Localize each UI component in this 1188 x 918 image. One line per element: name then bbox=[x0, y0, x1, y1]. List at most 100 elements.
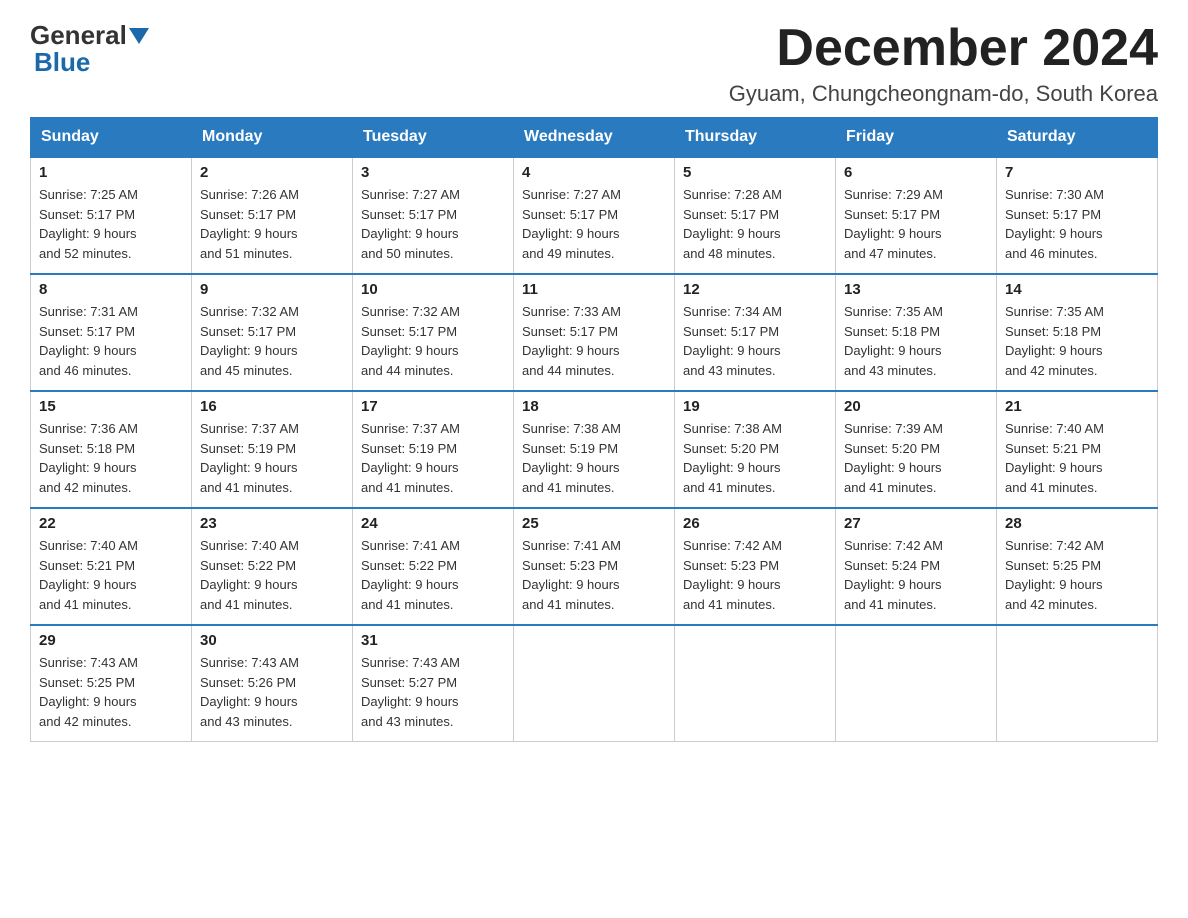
calendar-cell bbox=[836, 625, 997, 742]
day-number: 3 bbox=[361, 164, 505, 181]
day-info: Sunrise: 7:38 AM Sunset: 5:19 PM Dayligh… bbox=[522, 419, 666, 497]
day-info: Sunrise: 7:40 AM Sunset: 5:22 PM Dayligh… bbox=[200, 536, 344, 614]
day-info: Sunrise: 7:35 AM Sunset: 5:18 PM Dayligh… bbox=[844, 302, 988, 380]
weekday-header-wednesday: Wednesday bbox=[514, 118, 675, 158]
day-number: 25 bbox=[522, 515, 666, 532]
calendar-cell: 10 Sunrise: 7:32 AM Sunset: 5:17 PM Dayl… bbox=[353, 274, 514, 391]
day-info: Sunrise: 7:38 AM Sunset: 5:20 PM Dayligh… bbox=[683, 419, 827, 497]
day-number: 13 bbox=[844, 281, 988, 298]
calendar-cell: 25 Sunrise: 7:41 AM Sunset: 5:23 PM Dayl… bbox=[514, 508, 675, 625]
day-number: 1 bbox=[39, 164, 183, 181]
day-number: 14 bbox=[1005, 281, 1149, 298]
day-info: Sunrise: 7:40 AM Sunset: 5:21 PM Dayligh… bbox=[1005, 419, 1149, 497]
day-info: Sunrise: 7:29 AM Sunset: 5:17 PM Dayligh… bbox=[844, 185, 988, 263]
day-info: Sunrise: 7:32 AM Sunset: 5:17 PM Dayligh… bbox=[200, 302, 344, 380]
calendar-cell: 24 Sunrise: 7:41 AM Sunset: 5:22 PM Dayl… bbox=[353, 508, 514, 625]
calendar-cell: 27 Sunrise: 7:42 AM Sunset: 5:24 PM Dayl… bbox=[836, 508, 997, 625]
day-number: 20 bbox=[844, 398, 988, 415]
day-number: 15 bbox=[39, 398, 183, 415]
calendar-cell bbox=[675, 625, 836, 742]
calendar-cell: 14 Sunrise: 7:35 AM Sunset: 5:18 PM Dayl… bbox=[997, 274, 1158, 391]
day-info: Sunrise: 7:43 AM Sunset: 5:27 PM Dayligh… bbox=[361, 653, 505, 731]
day-number: 18 bbox=[522, 398, 666, 415]
day-info: Sunrise: 7:28 AM Sunset: 5:17 PM Dayligh… bbox=[683, 185, 827, 263]
day-info: Sunrise: 7:41 AM Sunset: 5:22 PM Dayligh… bbox=[361, 536, 505, 614]
calendar-cell: 22 Sunrise: 7:40 AM Sunset: 5:21 PM Dayl… bbox=[31, 508, 192, 625]
day-number: 30 bbox=[200, 632, 344, 649]
calendar-cell: 7 Sunrise: 7:30 AM Sunset: 5:17 PM Dayli… bbox=[997, 157, 1158, 274]
calendar-cell: 28 Sunrise: 7:42 AM Sunset: 5:25 PM Dayl… bbox=[997, 508, 1158, 625]
calendar-cell: 18 Sunrise: 7:38 AM Sunset: 5:19 PM Dayl… bbox=[514, 391, 675, 508]
day-info: Sunrise: 7:37 AM Sunset: 5:19 PM Dayligh… bbox=[200, 419, 344, 497]
day-info: Sunrise: 7:30 AM Sunset: 5:17 PM Dayligh… bbox=[1005, 185, 1149, 263]
day-info: Sunrise: 7:43 AM Sunset: 5:26 PM Dayligh… bbox=[200, 653, 344, 731]
weekday-header-thursday: Thursday bbox=[675, 118, 836, 158]
calendar-cell: 19 Sunrise: 7:38 AM Sunset: 5:20 PM Dayl… bbox=[675, 391, 836, 508]
title-area: December 2024 Gyuam, Chungcheongnam-do, … bbox=[729, 20, 1158, 107]
day-number: 11 bbox=[522, 281, 666, 298]
day-number: 17 bbox=[361, 398, 505, 415]
weekday-header-tuesday: Tuesday bbox=[353, 118, 514, 158]
month-title: December 2024 bbox=[729, 20, 1158, 77]
day-number: 28 bbox=[1005, 515, 1149, 532]
calendar-cell: 3 Sunrise: 7:27 AM Sunset: 5:17 PM Dayli… bbox=[353, 157, 514, 274]
day-number: 9 bbox=[200, 281, 344, 298]
day-number: 29 bbox=[39, 632, 183, 649]
calendar-cell: 2 Sunrise: 7:26 AM Sunset: 5:17 PM Dayli… bbox=[192, 157, 353, 274]
calendar-cell: 23 Sunrise: 7:40 AM Sunset: 5:22 PM Dayl… bbox=[192, 508, 353, 625]
calendar-cell: 4 Sunrise: 7:27 AM Sunset: 5:17 PM Dayli… bbox=[514, 157, 675, 274]
day-info: Sunrise: 7:41 AM Sunset: 5:23 PM Dayligh… bbox=[522, 536, 666, 614]
calendar-cell: 17 Sunrise: 7:37 AM Sunset: 5:19 PM Dayl… bbox=[353, 391, 514, 508]
calendar-cell: 16 Sunrise: 7:37 AM Sunset: 5:19 PM Dayl… bbox=[192, 391, 353, 508]
page-header: General Blue December 2024 Gyuam, Chungc… bbox=[30, 20, 1158, 107]
day-number: 23 bbox=[200, 515, 344, 532]
day-number: 16 bbox=[200, 398, 344, 415]
day-number: 7 bbox=[1005, 164, 1149, 181]
weekday-header-row: SundayMondayTuesdayWednesdayThursdayFrid… bbox=[31, 118, 1158, 158]
calendar-week-row: 8 Sunrise: 7:31 AM Sunset: 5:17 PM Dayli… bbox=[31, 274, 1158, 391]
day-number: 6 bbox=[844, 164, 988, 181]
day-number: 10 bbox=[361, 281, 505, 298]
day-info: Sunrise: 7:37 AM Sunset: 5:19 PM Dayligh… bbox=[361, 419, 505, 497]
calendar-cell: 13 Sunrise: 7:35 AM Sunset: 5:18 PM Dayl… bbox=[836, 274, 997, 391]
day-number: 27 bbox=[844, 515, 988, 532]
day-info: Sunrise: 7:34 AM Sunset: 5:17 PM Dayligh… bbox=[683, 302, 827, 380]
location-subtitle: Gyuam, Chungcheongnam-do, South Korea bbox=[729, 81, 1158, 107]
calendar-cell: 26 Sunrise: 7:42 AM Sunset: 5:23 PM Dayl… bbox=[675, 508, 836, 625]
calendar-cell: 1 Sunrise: 7:25 AM Sunset: 5:17 PM Dayli… bbox=[31, 157, 192, 274]
day-info: Sunrise: 7:42 AM Sunset: 5:24 PM Dayligh… bbox=[844, 536, 988, 614]
calendar-cell: 5 Sunrise: 7:28 AM Sunset: 5:17 PM Dayli… bbox=[675, 157, 836, 274]
calendar-week-row: 1 Sunrise: 7:25 AM Sunset: 5:17 PM Dayli… bbox=[31, 157, 1158, 274]
weekday-header-friday: Friday bbox=[836, 118, 997, 158]
calendar-cell: 20 Sunrise: 7:39 AM Sunset: 5:20 PM Dayl… bbox=[836, 391, 997, 508]
calendar-week-row: 15 Sunrise: 7:36 AM Sunset: 5:18 PM Dayl… bbox=[31, 391, 1158, 508]
day-info: Sunrise: 7:26 AM Sunset: 5:17 PM Dayligh… bbox=[200, 185, 344, 263]
calendar-cell: 30 Sunrise: 7:43 AM Sunset: 5:26 PM Dayl… bbox=[192, 625, 353, 742]
day-number: 22 bbox=[39, 515, 183, 532]
calendar-cell: 9 Sunrise: 7:32 AM Sunset: 5:17 PM Dayli… bbox=[192, 274, 353, 391]
day-info: Sunrise: 7:36 AM Sunset: 5:18 PM Dayligh… bbox=[39, 419, 183, 497]
logo-blue-text: Blue bbox=[34, 47, 90, 77]
day-info: Sunrise: 7:40 AM Sunset: 5:21 PM Dayligh… bbox=[39, 536, 183, 614]
day-info: Sunrise: 7:42 AM Sunset: 5:25 PM Dayligh… bbox=[1005, 536, 1149, 614]
day-info: Sunrise: 7:39 AM Sunset: 5:20 PM Dayligh… bbox=[844, 419, 988, 497]
day-number: 8 bbox=[39, 281, 183, 298]
day-info: Sunrise: 7:25 AM Sunset: 5:17 PM Dayligh… bbox=[39, 185, 183, 263]
day-number: 12 bbox=[683, 281, 827, 298]
calendar-cell bbox=[514, 625, 675, 742]
calendar-week-row: 29 Sunrise: 7:43 AM Sunset: 5:25 PM Dayl… bbox=[31, 625, 1158, 742]
day-number: 2 bbox=[200, 164, 344, 181]
calendar-cell: 12 Sunrise: 7:34 AM Sunset: 5:17 PM Dayl… bbox=[675, 274, 836, 391]
calendar-cell: 15 Sunrise: 7:36 AM Sunset: 5:18 PM Dayl… bbox=[31, 391, 192, 508]
day-number: 5 bbox=[683, 164, 827, 181]
calendar-week-row: 22 Sunrise: 7:40 AM Sunset: 5:21 PM Dayl… bbox=[31, 508, 1158, 625]
weekday-header-monday: Monday bbox=[192, 118, 353, 158]
calendar-cell: 31 Sunrise: 7:43 AM Sunset: 5:27 PM Dayl… bbox=[353, 625, 514, 742]
day-info: Sunrise: 7:42 AM Sunset: 5:23 PM Dayligh… bbox=[683, 536, 827, 614]
day-info: Sunrise: 7:43 AM Sunset: 5:25 PM Dayligh… bbox=[39, 653, 183, 731]
day-info: Sunrise: 7:27 AM Sunset: 5:17 PM Dayligh… bbox=[361, 185, 505, 263]
day-info: Sunrise: 7:32 AM Sunset: 5:17 PM Dayligh… bbox=[361, 302, 505, 380]
calendar-cell: 8 Sunrise: 7:31 AM Sunset: 5:17 PM Dayli… bbox=[31, 274, 192, 391]
day-number: 4 bbox=[522, 164, 666, 181]
calendar-cell: 21 Sunrise: 7:40 AM Sunset: 5:21 PM Dayl… bbox=[997, 391, 1158, 508]
